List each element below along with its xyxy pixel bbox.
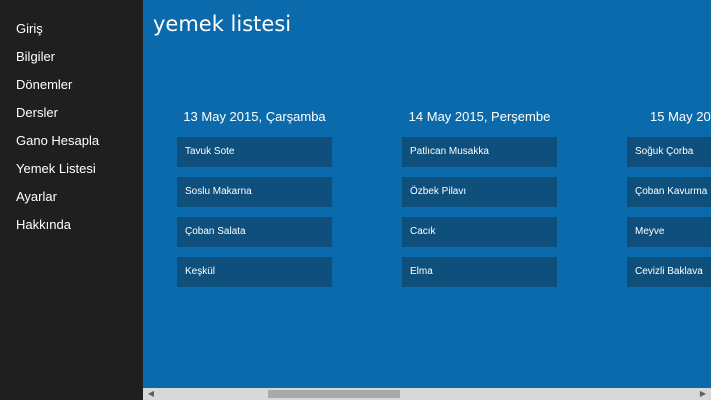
day-column: 13 May 2015, Çarşamba Tavuk Sote Soslu M… bbox=[177, 107, 377, 287]
day-header: 13 May 2015, Çarşamba bbox=[183, 109, 326, 124]
meal-tile[interactable]: Tavuk Sote bbox=[177, 137, 332, 167]
nav-list: Giriş Bilgiler Dönemler Dersler Gano Hes… bbox=[0, 0, 143, 239]
day-header: 15 May 2015, Cuma bbox=[650, 109, 711, 124]
meal-tile[interactable]: Cevizli Baklava bbox=[627, 257, 711, 287]
day-column: 14 May 2015, Perşembe Patlıcan Musakka Ö… bbox=[402, 107, 602, 287]
day-header: 14 May 2015, Perşembe bbox=[408, 109, 551, 124]
meal-tile[interactable]: Özbek Pilavı bbox=[402, 177, 557, 207]
page-title: yemek listesi bbox=[153, 12, 292, 36]
nav-item-gano-hesapla[interactable]: Gano Hesapla bbox=[0, 127, 143, 155]
main-panel: yemek listesi 13 May 2015, Çarşamba Tavu… bbox=[143, 0, 711, 400]
sidebar: Giriş Bilgiler Dönemler Dersler Gano Hes… bbox=[0, 0, 143, 400]
nav-item-ayarlar[interactable]: Ayarlar bbox=[0, 183, 143, 211]
scroll-thumb[interactable] bbox=[268, 390, 400, 398]
meal-tile[interactable]: Cacık bbox=[402, 217, 557, 247]
chevron-left-icon[interactable]: ◀ bbox=[145, 388, 157, 400]
meal-tile[interactable]: Meyve bbox=[627, 217, 711, 247]
meal-tile[interactable]: Soğuk Çorba bbox=[627, 137, 711, 167]
nav-item-hakkinda[interactable]: Hakkında bbox=[0, 211, 143, 239]
nav-item-giris[interactable]: Giriş bbox=[0, 15, 143, 43]
meal-tile[interactable]: Keşkül bbox=[177, 257, 332, 287]
meal-tile[interactable]: Çoban Salata bbox=[177, 217, 332, 247]
meal-tile[interactable]: Soslu Makarna bbox=[177, 177, 332, 207]
nav-item-donemler[interactable]: Dönemler bbox=[0, 71, 143, 99]
nav-item-bilgiler[interactable]: Bilgiler bbox=[0, 43, 143, 71]
horizontal-scrollbar[interactable]: ◀ ▶ bbox=[143, 388, 711, 400]
nav-item-dersler[interactable]: Dersler bbox=[0, 99, 143, 127]
day-column: 15 May 2015, Cuma Soğuk Çorba Çoban Kavu… bbox=[627, 107, 711, 287]
nav-item-yemek-listesi[interactable]: Yemek Listesi bbox=[0, 155, 143, 183]
meal-tile[interactable]: Patlıcan Musakka bbox=[402, 137, 557, 167]
chevron-right-icon[interactable]: ▶ bbox=[697, 388, 709, 400]
meal-tile[interactable]: Elma bbox=[402, 257, 557, 287]
meal-tile[interactable]: Çoban Kavurma bbox=[627, 177, 711, 207]
